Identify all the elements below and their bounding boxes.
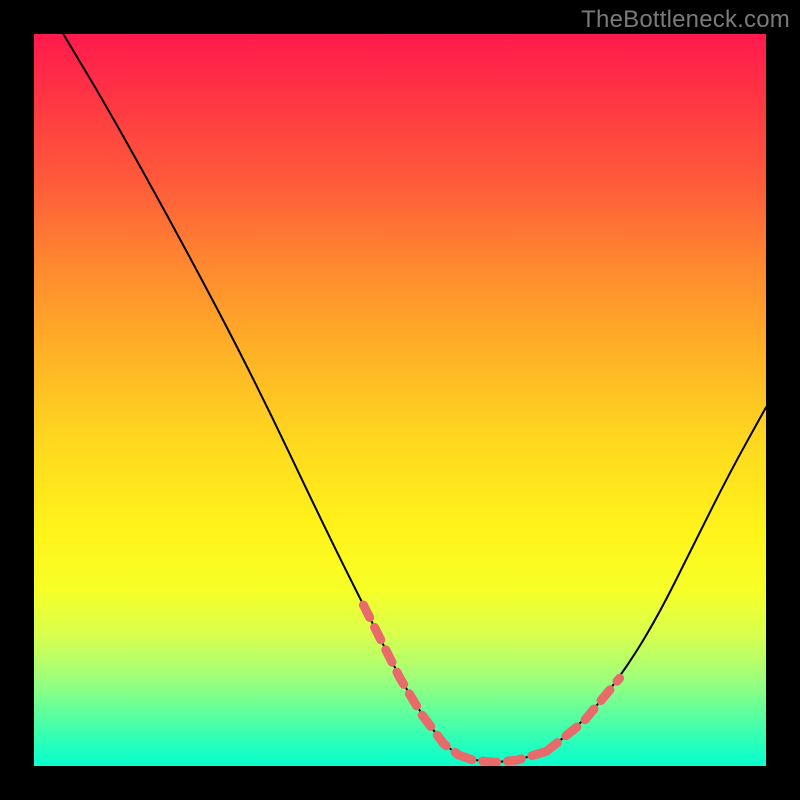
- curve-path: [63, 34, 766, 762]
- outer-frame: TheBottleneck.com: [0, 0, 800, 800]
- watermark-text: TheBottleneck.com: [581, 6, 790, 34]
- bottleneck-curve: [63, 34, 766, 762]
- chart-svg: [34, 34, 766, 766]
- highlight-dashes: [363, 605, 619, 762]
- highlight-segment-2: [546, 678, 619, 751]
- highlight-segment-0: [363, 605, 458, 755]
